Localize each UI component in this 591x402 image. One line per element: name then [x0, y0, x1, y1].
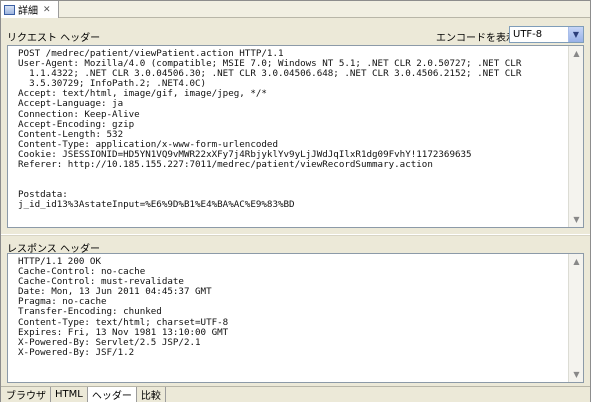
- tab-html[interactable]: HTML: [51, 387, 88, 402]
- request-scrollbar[interactable]: ▲ ▼: [568, 46, 583, 227]
- view-tab-label: 詳細: [18, 6, 38, 17]
- response-header-text: HTTP/1.1 200 OK Cache-Control: no-cache …: [18, 256, 229, 358]
- tab-header[interactable]: ヘッダー: [87, 387, 137, 402]
- section-splitter[interactable]: [1, 234, 590, 236]
- response-header-textarea[interactable]: HTTP/1.1 200 OK Cache-Control: no-cache …: [7, 253, 584, 383]
- request-header-label: リクエスト ヘッダー: [7, 33, 101, 44]
- response-scrollbar[interactable]: ▲ ▼: [568, 254, 583, 382]
- tab-browser[interactable]: ブラウザ: [2, 387, 51, 402]
- encoding-select[interactable]: UTF-8 ▼: [509, 26, 584, 43]
- scroll-down-icon[interactable]: ▼: [570, 368, 583, 381]
- chevron-down-icon[interactable]: ▼: [568, 27, 583, 42]
- encoding-value: UTF-8: [513, 29, 543, 40]
- view-tab-details[interactable]: 詳細 ✕: [1, 1, 59, 18]
- scroll-up-icon[interactable]: ▲: [570, 47, 583, 60]
- close-icon[interactable]: ✕: [43, 5, 51, 15]
- view-icon: [4, 4, 15, 15]
- scroll-down-icon[interactable]: ▼: [570, 213, 583, 226]
- view-tab-bar: 詳細 ✕: [1, 1, 590, 18]
- scroll-up-icon[interactable]: ▲: [570, 255, 583, 268]
- request-header-textarea[interactable]: POST /medrec/patient/viewPatient.action …: [7, 45, 584, 228]
- tab-compare[interactable]: 比較: [136, 387, 166, 402]
- encoding-label: エンコードを表示:: [436, 33, 520, 44]
- request-header-text: POST /medrec/patient/viewPatient.action …: [18, 48, 522, 211]
- details-view: 詳細 ✕ リクエスト ヘッダー エンコードを表示: UTF-8 ▼ POST /…: [0, 0, 591, 402]
- bottom-tab-bar: ブラウザ HTML ヘッダー 比較: [1, 386, 590, 402]
